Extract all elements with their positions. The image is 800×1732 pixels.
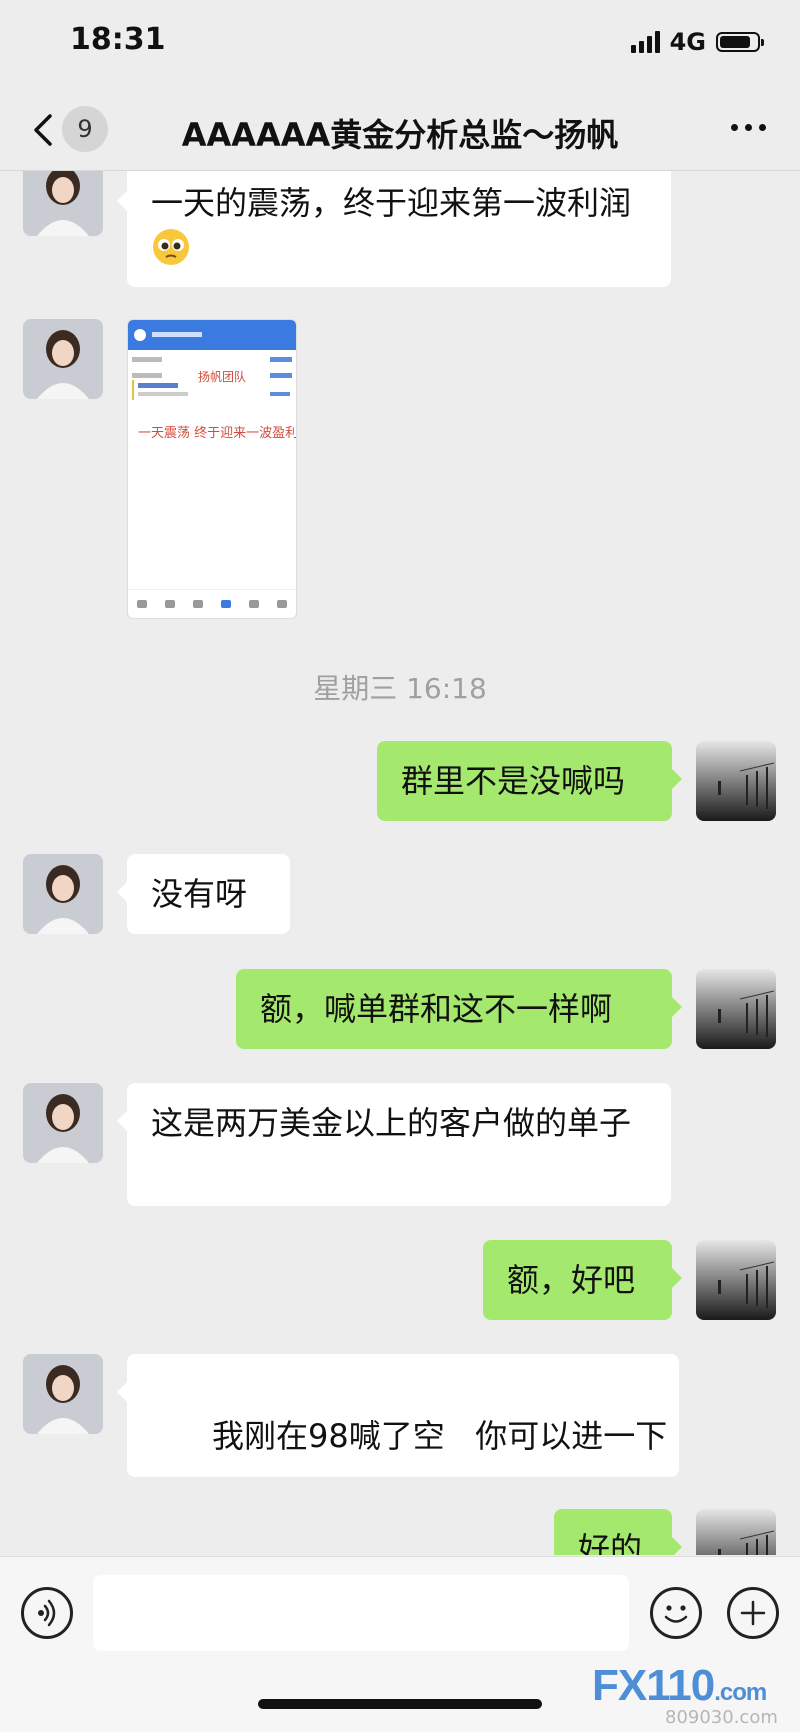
network-type: 4G bbox=[669, 28, 706, 56]
my-avatar[interactable] bbox=[696, 969, 776, 1049]
fx110-watermark: FX110.com bbox=[592, 1661, 767, 1710]
message-bubble[interactable]: 我刚在98喊了空 你可以进一下 bbox=[117, 1354, 679, 1477]
contact-avatar[interactable] bbox=[23, 1354, 103, 1434]
message-bubble[interactable]: 额，喊单群和这不一样啊 bbox=[236, 969, 682, 1049]
status-indicators: 4G bbox=[630, 28, 764, 56]
more-options-button[interactable] bbox=[731, 124, 766, 131]
voice-icon bbox=[38, 1599, 56, 1627]
unread-count-badge[interactable]: 9 bbox=[62, 106, 108, 152]
message-bubble[interactable]: 一天的震荡，终于迎来第一波利润 bbox=[117, 171, 671, 287]
input-bar: FX110.com 809030.com bbox=[0, 1556, 800, 1732]
message-text: 好的 bbox=[578, 1530, 643, 1555]
status-time: 18:31 bbox=[70, 22, 166, 57]
message-list[interactable]: 一天的震荡，终于迎来第一波利润 扬帆团队 一天震荡 终于迎来一波盈利 星期三 1… bbox=[0, 171, 800, 1555]
my-avatar[interactable] bbox=[696, 1509, 776, 1555]
message-text: 额，好吧 bbox=[507, 1261, 636, 1299]
chat-header: 9 AAAAAA黄金分析总监～扬帆 bbox=[0, 90, 800, 171]
contact-avatar[interactable] bbox=[23, 854, 103, 934]
my-avatar[interactable] bbox=[696, 1240, 776, 1320]
message-input[interactable] bbox=[93, 1575, 629, 1651]
message-text: 这是两万美金以上的客户做的单子 bbox=[151, 1104, 632, 1142]
thumbnail-tabbar bbox=[128, 589, 296, 618]
more-dots-icon bbox=[731, 124, 738, 131]
message-bubble[interactable]: 没有呀 bbox=[117, 854, 290, 934]
voice-input-button[interactable] bbox=[21, 1587, 73, 1639]
message-text: 没有呀 bbox=[151, 875, 248, 913]
message-text: 群里不是没喊吗 bbox=[401, 762, 626, 800]
battery-icon bbox=[716, 32, 764, 52]
message-bubble[interactable]: 这是两万美金以上的客户做的单子 bbox=[117, 1083, 671, 1206]
chat-title: AAAAAA黄金分析总监～扬帆 bbox=[181, 116, 619, 154]
home-indicator[interactable] bbox=[258, 1699, 542, 1709]
more-functions-button[interactable] bbox=[727, 1587, 779, 1639]
thumbnail-trade-row bbox=[132, 380, 294, 400]
plus-icon bbox=[740, 1600, 766, 1626]
pleading-face-emoji bbox=[151, 227, 191, 267]
message-text: 我刚在98喊了空 你可以进一下 bbox=[212, 1417, 668, 1455]
contact-avatar[interactable] bbox=[23, 171, 103, 236]
contact-avatar[interactable] bbox=[23, 1083, 103, 1163]
message-text: 一天的震荡，终于迎来第一波利润 bbox=[151, 184, 632, 222]
message-bubble[interactable]: 额，好吧 bbox=[483, 1240, 682, 1320]
thumbnail-header bbox=[128, 320, 296, 350]
image-message[interactable]: 扬帆团队 一天震荡 终于迎来一波盈利 bbox=[127, 319, 297, 619]
message-bubble[interactable]: 好的 bbox=[554, 1509, 682, 1555]
back-button[interactable] bbox=[26, 108, 62, 152]
my-avatar[interactable] bbox=[696, 741, 776, 821]
watermark-subtext: 809030.com bbox=[665, 1707, 778, 1728]
message-bubble[interactable]: 群里不是没喊吗 bbox=[377, 741, 682, 821]
contact-avatar[interactable] bbox=[23, 319, 103, 399]
signal-icon bbox=[630, 31, 660, 53]
time-divider: 星期三 16:18 bbox=[313, 672, 487, 705]
thumbnail-caption: 一天震荡 终于迎来一波盈利 bbox=[138, 426, 297, 441]
emoji-button[interactable] bbox=[650, 1587, 702, 1639]
chevron-left-icon bbox=[34, 114, 52, 146]
message-text: 额，喊单群和这不一样啊 bbox=[260, 990, 613, 1028]
status-bar: 18:31 4G bbox=[0, 0, 800, 90]
smiley-icon bbox=[664, 1605, 688, 1623]
